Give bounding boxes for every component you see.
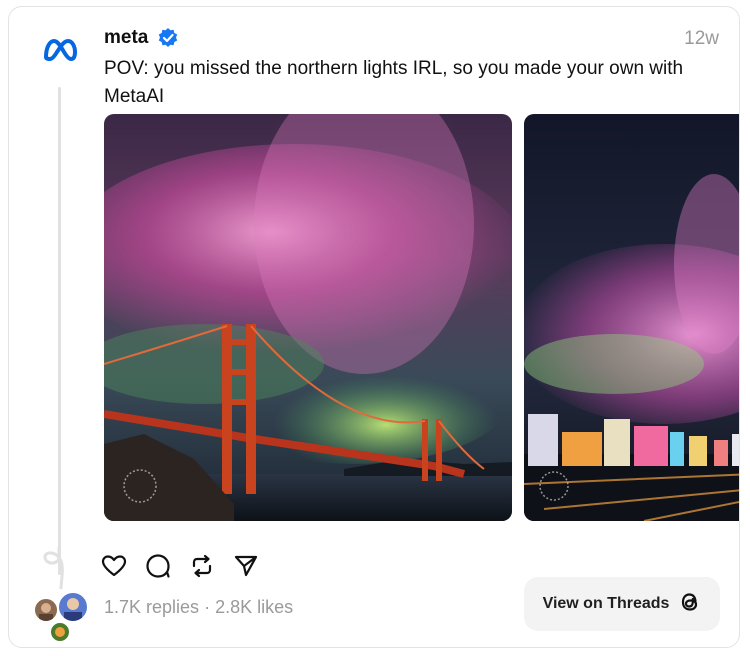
post-text: POV: you missed the northern lights IRL,… [104, 58, 684, 107]
replies-count[interactable]: 1.7K replies [104, 597, 199, 617]
post-image-golden-gate[interactable] [104, 114, 512, 521]
stats-separator: · [199, 597, 216, 617]
avatar [33, 597, 59, 623]
heart-icon[interactable] [101, 553, 127, 579]
author-name[interactable]: meta [104, 27, 148, 49]
avatar [49, 621, 71, 643]
post-card: meta 12w POV: you missed the northern li… [8, 6, 740, 648]
thread-line [58, 87, 61, 575]
thread-loop-icon [39, 545, 83, 591]
likes-count[interactable]: 2.8K likes [215, 597, 293, 617]
share-icon[interactable] [233, 553, 259, 579]
reply-avatars [33, 591, 93, 643]
avatar [57, 591, 89, 623]
comment-icon[interactable] [145, 553, 171, 579]
repost-icon[interactable] [189, 553, 215, 579]
verified-badge-icon [157, 27, 179, 49]
view-on-threads-label: View on Threads [542, 595, 670, 612]
view-on-threads-button[interactable]: View on Threads [524, 577, 720, 631]
threads-logo-icon [679, 590, 701, 619]
meta-logo-icon[interactable] [40, 30, 80, 70]
post-timestamp[interactable]: 12w [684, 28, 719, 50]
post-stats: 1.7K replies · 2.8K likes [104, 597, 293, 618]
post-image-city-skyline[interactable] [524, 114, 739, 521]
